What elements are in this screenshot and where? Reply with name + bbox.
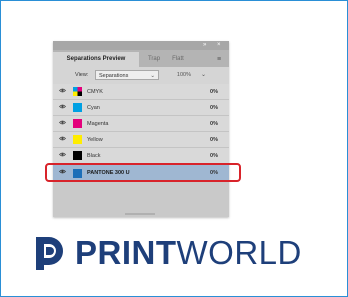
- panel-resize-grip[interactable]: [125, 213, 155, 215]
- chevron-down-icon[interactable]: ⌄: [201, 70, 206, 80]
- yellow-swatch: [73, 135, 82, 144]
- red-highlight-box: [45, 163, 241, 182]
- panel-titlebar: » ×: [53, 41, 229, 50]
- printworld-logo: PRINTWORLD: [33, 233, 323, 273]
- tab-separations-preview[interactable]: Separations Preview: [53, 52, 139, 67]
- separation-row-yellow[interactable]: Yellow 0%: [53, 132, 229, 148]
- zoom-select[interactable]: 100%: [163, 70, 191, 80]
- panel-menu-icon[interactable]: ≡: [213, 52, 225, 67]
- separation-percent: 0%: [210, 153, 218, 159]
- tab-trap[interactable]: Trap: [143, 52, 165, 67]
- separation-row-black[interactable]: Black 0%: [53, 148, 229, 164]
- eye-icon[interactable]: [59, 136, 66, 141]
- magenta-swatch: [73, 119, 82, 128]
- wordmark-bold: PRINT: [75, 234, 177, 271]
- cyan-swatch: [73, 103, 82, 112]
- separation-name: Magenta: [87, 121, 109, 127]
- wordmark-light: WORLD: [176, 234, 302, 271]
- view-select[interactable]: Separations ⌄: [95, 70, 159, 80]
- separation-name: CMYK: [87, 89, 103, 95]
- eye-icon[interactable]: [59, 104, 66, 109]
- separations-preview-panel: » × Separations Preview Trap Flatt ≡ Vie…: [53, 41, 229, 217]
- separation-row-cmyk[interactable]: CMYK 0%: [53, 84, 229, 100]
- close-icon[interactable]: ×: [217, 41, 221, 50]
- chevron-down-icon: ⌄: [150, 73, 155, 79]
- collapse-icon[interactable]: »: [203, 41, 206, 50]
- cmyk-swatch-icon: [73, 87, 82, 96]
- printworld-logo-icon: [36, 237, 63, 270]
- view-label: View:: [75, 72, 89, 78]
- eye-icon[interactable]: [59, 88, 66, 93]
- eye-icon[interactable]: [59, 152, 66, 157]
- separation-name: Yellow: [87, 137, 103, 143]
- separation-name: Black: [87, 153, 101, 159]
- black-swatch: [73, 151, 82, 160]
- printworld-wordmark: PRINTWORLD: [75, 233, 302, 273]
- separation-percent: 0%: [210, 121, 218, 127]
- view-row: View: Separations ⌄ 100% ⌄: [53, 67, 229, 84]
- separation-percent: 0%: [210, 137, 218, 143]
- separation-percent: 0%: [210, 89, 218, 95]
- panel-tabs: Separations Preview Trap Flatt ≡: [53, 50, 229, 67]
- tab-flattener[interactable]: Flatt: [167, 52, 189, 67]
- separation-percent: 0%: [210, 105, 218, 111]
- separation-row-magenta[interactable]: Magenta 0%: [53, 116, 229, 132]
- separation-name: Cyan: [87, 105, 100, 111]
- eye-icon[interactable]: [59, 120, 66, 125]
- view-select-value: Separations: [99, 73, 129, 79]
- separation-row-cyan[interactable]: Cyan 0%: [53, 100, 229, 116]
